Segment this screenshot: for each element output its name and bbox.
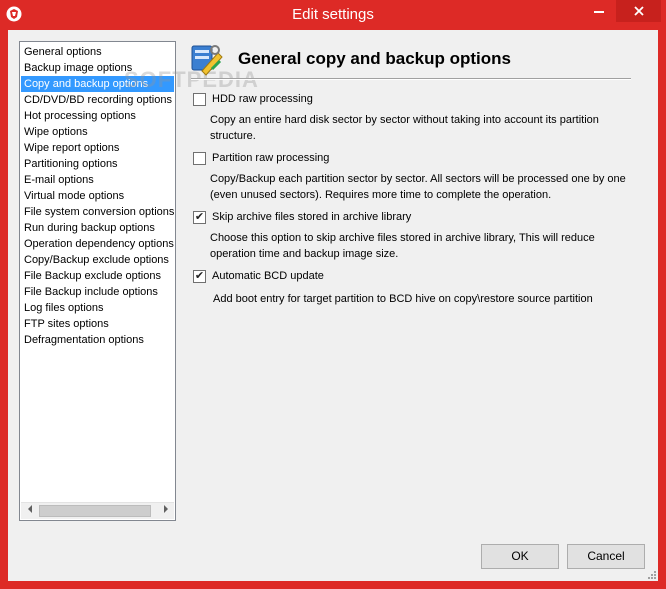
nav-item[interactable]: File Backup include options	[21, 284, 174, 300]
skip-archive-checkbox[interactable]: ✔	[193, 211, 206, 224]
nav-item[interactable]: General options	[21, 44, 174, 60]
close-button[interactable]	[616, 0, 661, 22]
scroll-right-button[interactable]	[157, 503, 174, 519]
horizontal-scrollbar[interactable]	[21, 502, 174, 519]
title-divider	[191, 78, 631, 80]
edit-settings-window: Edit settings General options Backup imag…	[0, 0, 666, 589]
window-title: Edit settings	[292, 6, 374, 23]
cancel-button[interactable]: Cancel	[567, 544, 645, 569]
option-label[interactable]: HDD raw processing	[212, 93, 313, 105]
scroll-left-button[interactable]	[21, 503, 38, 519]
option-label[interactable]: Partition raw processing	[212, 152, 329, 164]
settings-tools-icon	[191, 45, 223, 76]
page-title: General copy and backup options	[238, 49, 511, 68]
ok-button[interactable]: OK	[481, 544, 559, 569]
nav-item[interactable]: CD/DVD/BD recording options	[21, 92, 174, 108]
option-label[interactable]: Skip archive files stored in archive lib…	[212, 211, 411, 223]
nav-item[interactable]: File Backup exclude options	[21, 268, 174, 284]
partition-raw-checkbox[interactable]	[193, 152, 206, 165]
nav-item[interactable]: Run during backup options	[21, 220, 174, 236]
nav-item[interactable]: Log files options	[21, 300, 174, 316]
nav-item[interactable]: Wipe report options	[21, 140, 174, 156]
nav-item[interactable]: Copy/Backup exclude options	[21, 252, 174, 268]
option-description: Copy an entire hard disk sector by secto…	[210, 114, 599, 142]
nav-item[interactable]: File system conversion options	[21, 204, 174, 220]
arrow-right-icon	[163, 505, 168, 513]
title-bar[interactable]: Edit settings	[0, 0, 666, 30]
option-description: Add boot entry for target partition to B…	[213, 293, 593, 305]
nav-item[interactable]: Virtual mode options	[21, 188, 174, 204]
option-description: Choose this option to skip archive files…	[210, 232, 595, 260]
option-label[interactable]: Automatic BCD update	[212, 270, 324, 282]
nav-item[interactable]: Wipe options	[21, 124, 174, 140]
hdd-raw-checkbox[interactable]	[193, 93, 206, 106]
minimize-icon	[594, 11, 604, 13]
scroll-thumb[interactable]	[39, 505, 151, 517]
bcd-update-checkbox[interactable]: ✔	[193, 270, 206, 283]
settings-category-list[interactable]: General options Backup image options Copy …	[19, 41, 176, 521]
nav-item[interactable]: E-mail options	[21, 172, 174, 188]
close-icon	[633, 6, 644, 16]
nav-item[interactable]: Partitioning options	[21, 156, 174, 172]
arrow-left-icon	[27, 505, 32, 513]
resize-grip-icon[interactable]	[646, 569, 656, 579]
nav-item[interactable]: Hot processing options	[21, 108, 174, 124]
option-description: Copy/Backup each partition sector by sec…	[210, 173, 626, 201]
nav-item[interactable]: FTP sites options	[21, 316, 174, 332]
nav-item[interactable]: Defragmentation options	[21, 332, 174, 348]
nav-item[interactable]: Operation dependency options	[21, 236, 174, 252]
dialog-body: General options Backup image options Copy …	[8, 30, 658, 581]
minimize-button[interactable]	[584, 0, 614, 22]
